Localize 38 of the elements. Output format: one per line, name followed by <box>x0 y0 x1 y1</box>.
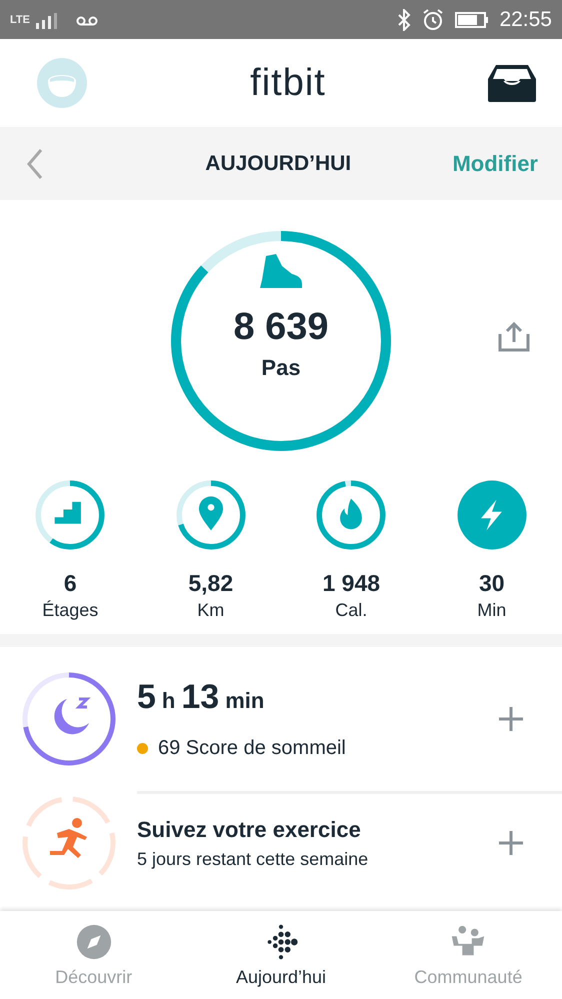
location-pin-icon <box>198 496 223 530</box>
flame-icon <box>340 498 362 530</box>
compass-icon <box>74 922 113 960</box>
bluetooth-icon <box>397 8 412 30</box>
app-logo: fitbit <box>250 62 326 104</box>
add-button[interactable] <box>498 706 524 732</box>
share-icon <box>498 322 530 352</box>
stairs-icon <box>54 502 82 524</box>
network-type: LTE <box>10 14 30 26</box>
stat-label: Km <box>197 600 224 621</box>
stat-label: Min <box>477 600 506 621</box>
stat-value: 1 948 <box>322 570 380 597</box>
edit-link[interactable]: Modifier <box>452 150 538 176</box>
stat-label: Cal. <box>335 600 368 621</box>
moon-icon <box>54 698 90 734</box>
stat-value: 5,82 <box>188 570 234 597</box>
nav-tab[interactable]: Aujourd’hui <box>187 911 375 999</box>
battery-icon <box>455 10 490 28</box>
clock-time: 22:55 <box>499 8 552 32</box>
lightning-icon <box>480 500 502 530</box>
stat-value: 30 <box>478 570 505 597</box>
nav-tab[interactable]: Communauté <box>374 911 562 999</box>
step-count: 8 639 <box>233 306 329 349</box>
sleep-duration: 5 h 13 min <box>137 678 266 717</box>
inbox-icon[interactable] <box>488 64 536 102</box>
share-button[interactable] <box>498 322 530 352</box>
exercise-title: Suivez votre exercice <box>137 816 362 842</box>
runner-icon <box>50 818 86 858</box>
alarm-icon <box>421 8 446 32</box>
page-title: AUJOURD’HUI <box>204 152 352 176</box>
stat-value: 6 <box>64 570 77 597</box>
step-label: Pas <box>261 355 301 381</box>
nav-tab[interactable]: Découvrir <box>0 911 188 999</box>
sleep-score: 69 Score de sommeil <box>158 737 346 760</box>
stat-label: Étages <box>42 600 98 621</box>
back-button[interactable] <box>26 148 44 180</box>
exercise-subtitle: 5 jours restant cette semaine <box>137 848 370 870</box>
add-button[interactable] <box>498 830 524 856</box>
